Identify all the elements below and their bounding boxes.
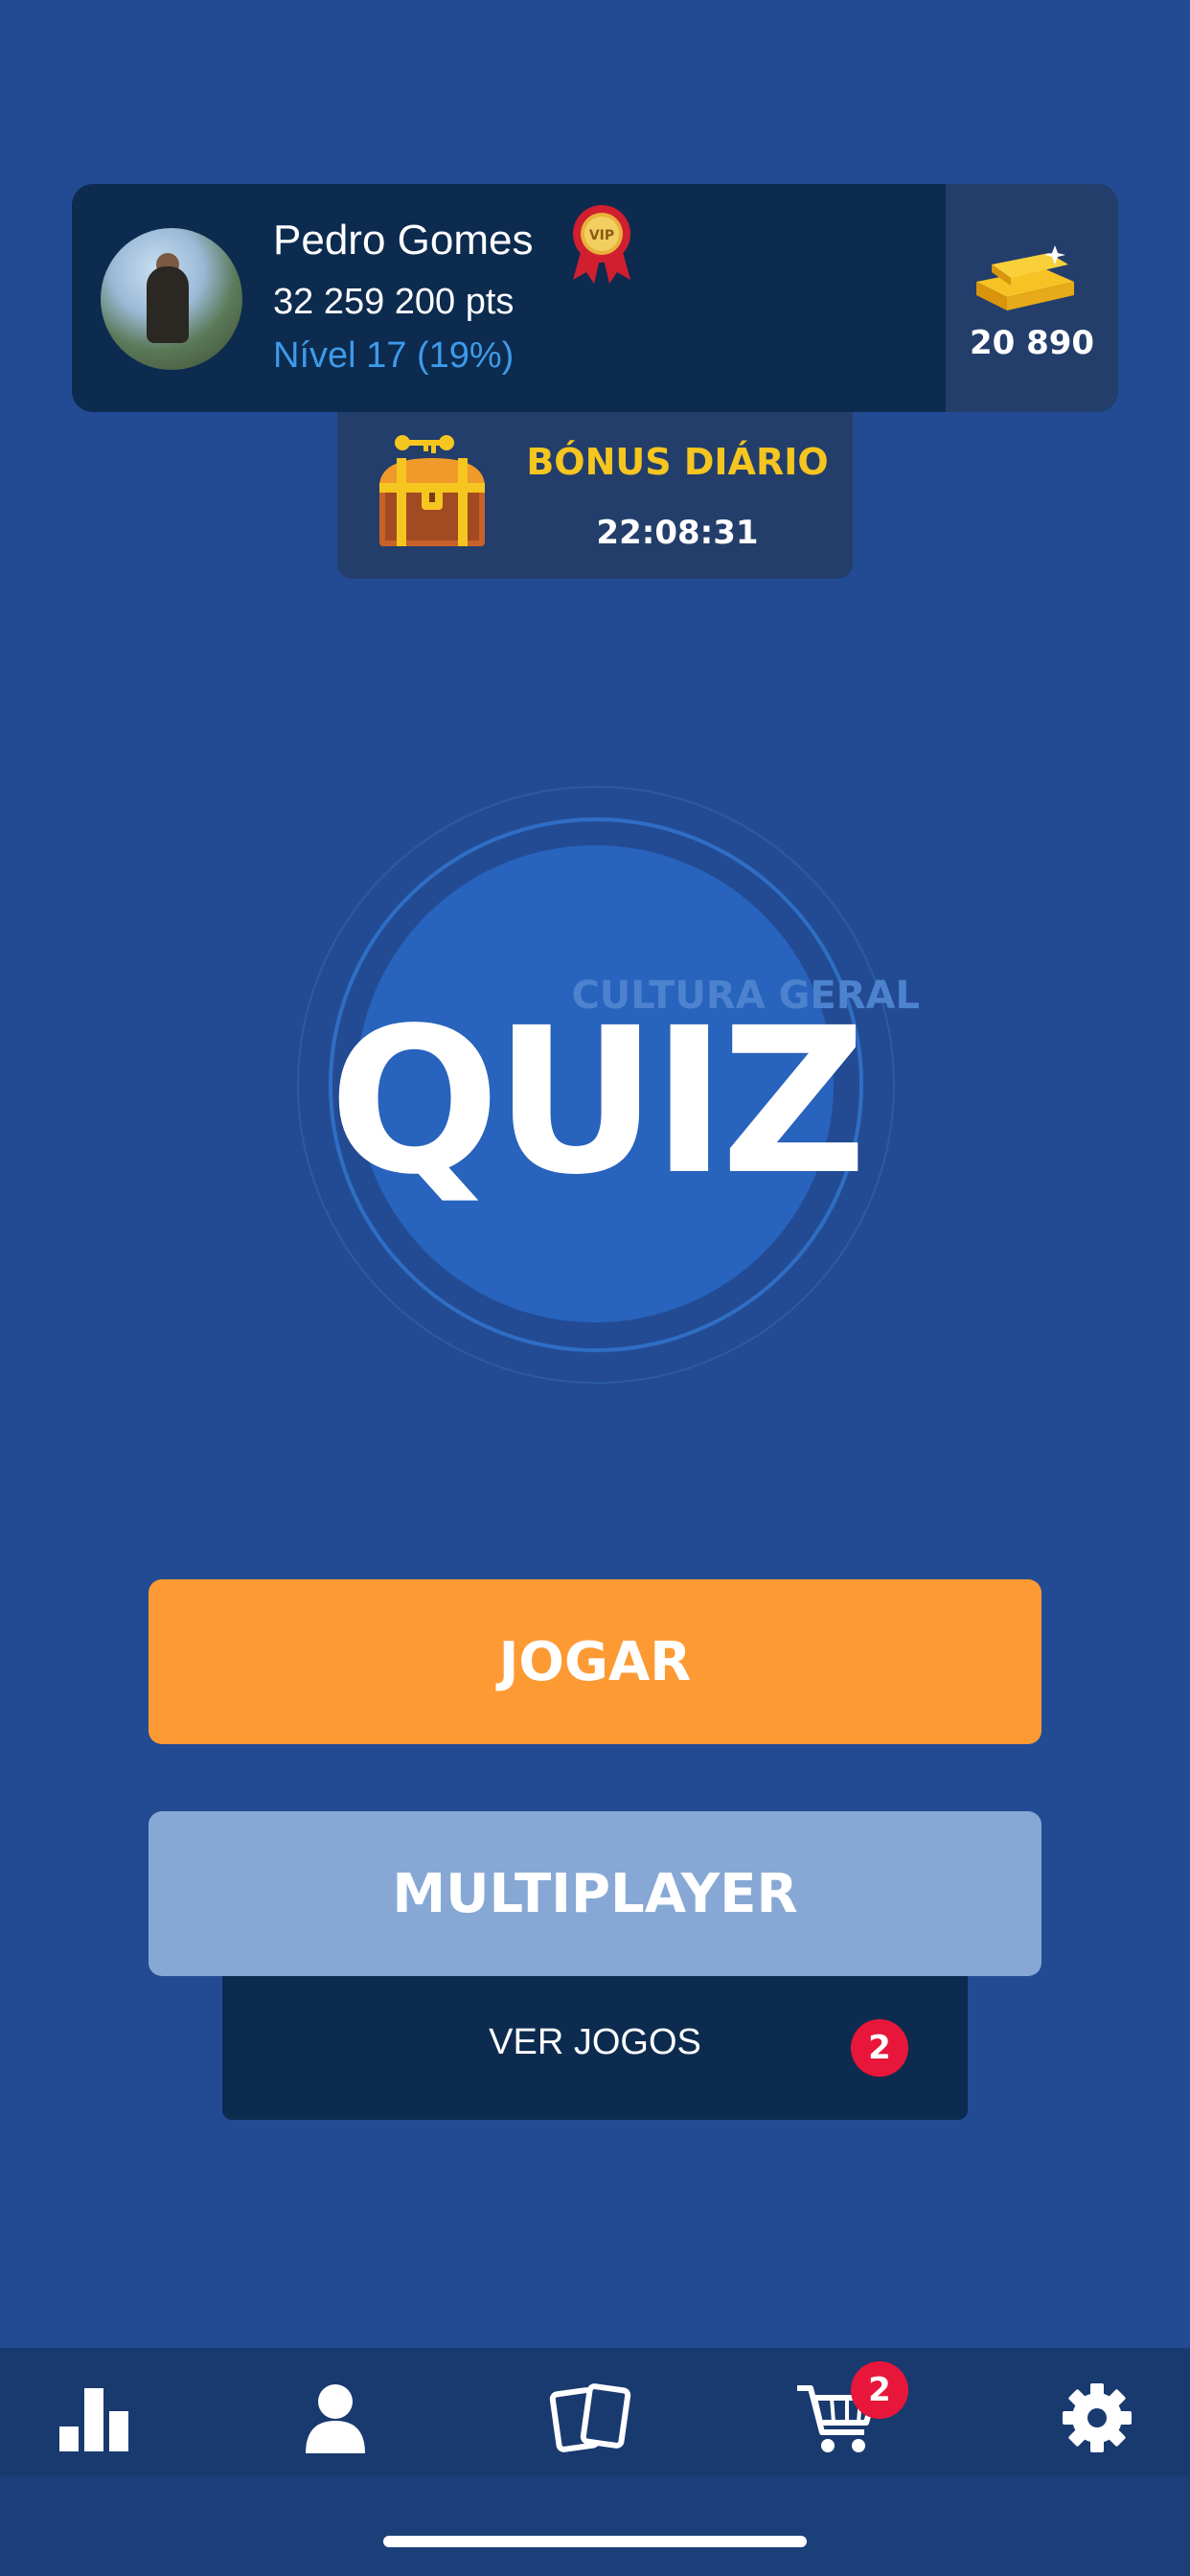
cards-icon bbox=[549, 2383, 631, 2452]
tab-settings[interactable] bbox=[1054, 2375, 1140, 2461]
view-games-badge: 2 bbox=[851, 2019, 908, 2077]
vip-label: VIP bbox=[589, 228, 614, 243]
multiplayer-button[interactable]: MULTIPLAYER bbox=[149, 1811, 1041, 1976]
user-points: 32 259 200 pts bbox=[273, 282, 515, 322]
daily-bonus-title: BÓNUS DIÁRIO bbox=[526, 441, 829, 483]
tab-profile[interactable] bbox=[292, 2375, 378, 2461]
daily-bonus-timer: 22:08:31 bbox=[596, 514, 759, 552]
play-button[interactable]: JOGAR bbox=[149, 1579, 1041, 1744]
settings-icon bbox=[1063, 2383, 1132, 2452]
logo-title: QUIZ bbox=[329, 984, 866, 1219]
daily-bonus-card[interactable]: BÓNUS DIÁRIO 22:08:31 bbox=[337, 412, 853, 579]
coins-count: 20 890 bbox=[969, 324, 1095, 362]
ranking-icon bbox=[59, 2388, 128, 2451]
treasure-chest-icon bbox=[379, 435, 485, 546]
user-level: Nível 17 (19%) bbox=[273, 335, 515, 376]
profile-card[interactable]: Pedro Gomes VIP 32 259 200 pts Nível 17 … bbox=[72, 184, 1118, 412]
avatar-body bbox=[147, 266, 189, 343]
gold-bars-icon bbox=[976, 245, 1074, 310]
coins-box[interactable]: 20 890 bbox=[946, 184, 1118, 412]
home-indicator[interactable] bbox=[383, 2536, 807, 2547]
vip-badge-icon: VIP bbox=[573, 205, 630, 284]
tab-cards[interactable] bbox=[548, 2375, 634, 2461]
user-name: Pedro Gomes bbox=[273, 217, 534, 264]
quiz-logo: CULTURA GERAL QUIZ bbox=[297, 786, 920, 1384]
profile-icon bbox=[306, 2384, 365, 2453]
avatar[interactable] bbox=[101, 228, 242, 370]
cart-badge: 2 bbox=[851, 2361, 908, 2419]
tab-ranking[interactable] bbox=[50, 2375, 136, 2461]
view-games-button[interactable]: VER JOGOS 2 bbox=[222, 1976, 968, 2120]
